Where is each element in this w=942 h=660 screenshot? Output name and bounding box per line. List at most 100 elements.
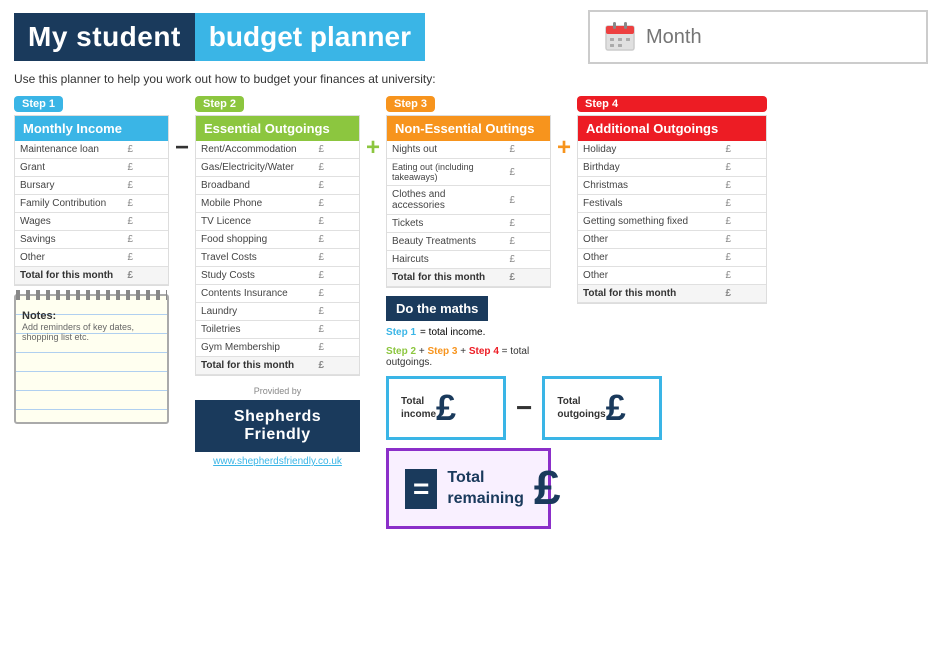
row-label: Family Contribution [15, 195, 122, 213]
table-row: Travel Costs £ [196, 249, 359, 267]
table-row: Savings £ [15, 231, 168, 249]
row-label: Other [578, 267, 720, 285]
header: My student budget planner [14, 10, 928, 64]
row-label: TV Licence [196, 213, 313, 231]
minus-operator: − [175, 134, 189, 162]
month-input[interactable] [646, 26, 912, 49]
row-value[interactable] [736, 231, 766, 249]
row-pound-symbol: £ [720, 249, 736, 267]
row-value[interactable] [329, 303, 359, 321]
row-value[interactable] [736, 195, 766, 213]
table-row: Nights out £ [387, 141, 550, 159]
row-pound-symbol: £ [504, 186, 520, 215]
row-value[interactable] [138, 159, 168, 177]
row-value[interactable] [736, 285, 766, 303]
month-box [588, 10, 928, 64]
row-value[interactable] [329, 357, 359, 375]
row-value[interactable] [329, 213, 359, 231]
step4-section: Additional Outgoings Holiday £ Birthday … [577, 115, 767, 304]
step3-header: Non-Essential Outings [387, 116, 550, 141]
row-label: Wages [15, 213, 122, 231]
row-value[interactable] [329, 285, 359, 303]
row-pound-symbol: £ [313, 285, 329, 303]
row-pound-symbol: £ [122, 195, 138, 213]
row-label: Travel Costs [196, 249, 313, 267]
row-value[interactable] [736, 213, 766, 231]
row-value[interactable] [138, 195, 168, 213]
row-pound-symbol: £ [504, 159, 520, 186]
calendar-icon [604, 21, 636, 53]
row-value[interactable] [520, 251, 550, 269]
row-pound-symbol: £ [313, 303, 329, 321]
row-pound-symbol: £ [504, 269, 520, 287]
row-value[interactable] [138, 249, 168, 267]
row-value[interactable] [329, 231, 359, 249]
main-grid: Step 1 Monthly Income Maintenance loan £… [14, 96, 928, 529]
row-value[interactable] [138, 141, 168, 159]
row-value[interactable] [138, 177, 168, 195]
row-value[interactable] [520, 269, 550, 287]
table-row: Gym Membership £ [196, 339, 359, 357]
row-value[interactable] [329, 249, 359, 267]
row-pound-symbol: £ [720, 195, 736, 213]
total-remaining-label: Total remaining [447, 468, 523, 510]
row-value[interactable] [329, 141, 359, 159]
row-value[interactable] [138, 267, 168, 285]
title-budget: budget planner [195, 13, 425, 61]
total-income-label: Totalincome [401, 395, 436, 421]
row-label: Other [578, 231, 720, 249]
row-value[interactable] [329, 195, 359, 213]
row-value[interactable] [736, 159, 766, 177]
row-pound-symbol: £ [313, 339, 329, 357]
row-value[interactable] [736, 267, 766, 285]
do-maths-area: Do the maths Step 1 = total income. Step… [386, 296, 551, 529]
row-value[interactable] [520, 159, 550, 186]
total-income-box: Totalincome £ [386, 376, 506, 440]
row-value[interactable] [329, 321, 359, 339]
maths-step-labels: Step 1 = total income. [386, 327, 551, 338]
table-row: Other £ [578, 267, 766, 285]
table-row: Total for this month £ [196, 357, 359, 375]
total-remaining-pound: £ [534, 461, 561, 516]
row-value[interactable] [520, 233, 550, 251]
maths-minus: − [516, 392, 532, 424]
step1-section: Monthly Income Maintenance loan £ Grant … [14, 115, 169, 286]
row-value[interactable] [736, 177, 766, 195]
notes-header: Notes: [22, 310, 161, 322]
row-pound-symbol: £ [313, 195, 329, 213]
row-value[interactable] [329, 267, 359, 285]
row-value[interactable] [736, 249, 766, 267]
row-pound-symbol: £ [313, 321, 329, 339]
row-value[interactable] [329, 177, 359, 195]
page: My student budget planner Use this plann… [0, 0, 942, 660]
row-label: Grant [15, 159, 122, 177]
row-label: Laundry [196, 303, 313, 321]
shepherds-name: Shepherds Friendly [195, 400, 360, 452]
row-pound-symbol: £ [313, 231, 329, 249]
row-value[interactable] [520, 141, 550, 159]
total-outgoings-box: Totaloutgoings £ [542, 376, 662, 440]
row-label: Getting something fixed [578, 213, 720, 231]
row-value[interactable] [736, 141, 766, 159]
step3-section: Non-Essential Outings Nights out £ Eatin… [386, 115, 551, 288]
row-value[interactable] [520, 186, 550, 215]
total-remaining-box: = Total remaining £ [386, 448, 551, 529]
row-value[interactable] [520, 215, 550, 233]
table-row: Holiday £ [578, 141, 766, 159]
row-pound-symbol: £ [313, 267, 329, 285]
row-label: Other [15, 249, 122, 267]
row-value[interactable] [329, 339, 359, 357]
row-pound-symbol: £ [720, 177, 736, 195]
total-outgoings-pound: £ [606, 387, 626, 429]
row-pound-symbol: £ [504, 233, 520, 251]
row-value[interactable] [329, 159, 359, 177]
equal-sign: = [405, 469, 437, 509]
row-label: Gym Membership [196, 339, 313, 357]
row-value[interactable] [138, 213, 168, 231]
row-pound-symbol: £ [313, 357, 329, 375]
table-row: Contents Insurance £ [196, 285, 359, 303]
row-value[interactable] [138, 231, 168, 249]
title-box: My student budget planner [14, 13, 425, 61]
table-row: Laundry £ [196, 303, 359, 321]
step3-column: Step 3 Non-Essential Outings Nights out … [386, 96, 551, 529]
